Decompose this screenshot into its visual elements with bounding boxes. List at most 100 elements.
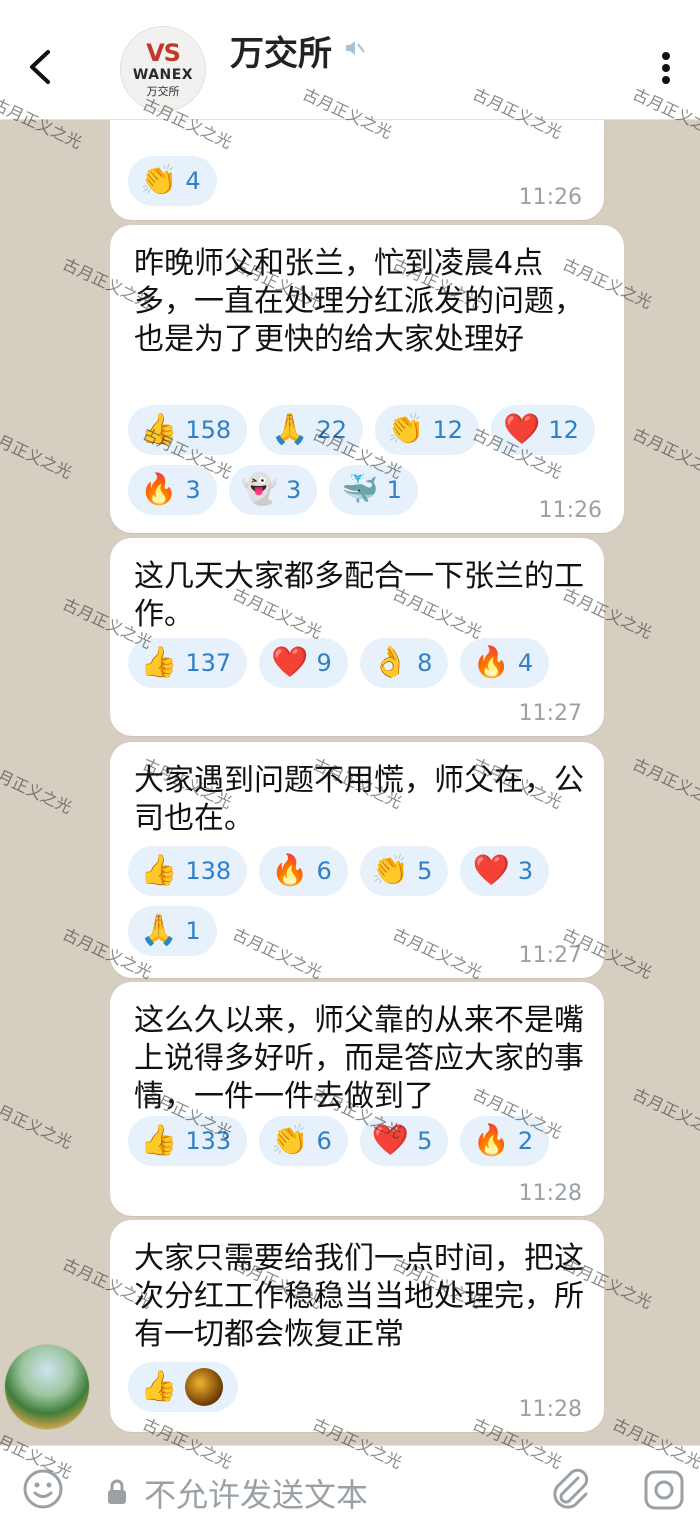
heart-icon: ❤️ <box>371 1123 410 1158</box>
thumbs-up-icon: 👍 <box>140 853 178 888</box>
message-text: 这么久以来，师父靠的从来不是嘴上说得多好听，而是答应大家的事情，一件一件去做到了 <box>134 1003 584 1114</box>
message-time: 11:27 <box>518 943 582 968</box>
reaction-chip[interactable]: 🔥 3 <box>128 465 217 515</box>
reaction-count: 5 <box>417 1127 433 1155</box>
reaction-count: 5 <box>417 857 433 885</box>
message-time: 11:28 <box>518 1397 582 1422</box>
reaction-count: 9 <box>316 649 332 677</box>
reaction-chip[interactable]: 👻 3 <box>228 465 318 515</box>
reaction-chip[interactable]: 👏 5 <box>359 846 449 896</box>
message-bubble[interactable]: 这么久以来，师父靠的从来不是嘴上说得多好听，而是答应大家的事情，一件一件去做到了… <box>110 982 604 1216</box>
reaction-chip[interactable]: ❤️ 5 <box>359 1116 449 1166</box>
reaction-count: 138 <box>185 857 232 885</box>
thumbs-up-icon: 👍 <box>140 1369 178 1404</box>
clap-icon: 👏 <box>140 163 178 198</box>
reaction-count: 4 <box>517 649 534 677</box>
reaction-chip[interactable]: 👏 12 <box>375 405 479 455</box>
chat-header: VS WANEX 万交所 万交所 <box>0 0 700 120</box>
message-time: 11:26 <box>518 185 582 210</box>
reaction-count: 3 <box>185 476 201 504</box>
message-time: 11:28 <box>518 1181 582 1206</box>
clap-icon: 👏 <box>387 412 425 447</box>
reaction-chip[interactable]: 👍 137 <box>128 638 248 688</box>
back-arrow-icon[interactable] <box>22 44 58 90</box>
reaction-chip[interactable]: 🔥 4 <box>460 638 550 688</box>
reaction-row: 👍 133 👏 6 ❤️ 5 🔥 2 <box>128 1116 608 1166</box>
sender-avatar[interactable] <box>4 1344 90 1430</box>
reaction-chip[interactable]: 👌 8 <box>359 638 449 688</box>
pray-icon: 🙏 <box>271 412 309 447</box>
reaction-count: 2 <box>517 1127 534 1155</box>
heart-icon: ❤️ <box>271 645 309 680</box>
reaction-count: 158 <box>185 416 232 444</box>
reaction-chip[interactable]: ❤️ 9 <box>259 638 348 688</box>
message-bubble[interactable]: 大家遇到问题不用慌，师父在，公司也在。 👍 138 🔥 6 👏 5 ❤️ 3 🙏 1 11… <box>110 742 604 978</box>
message-bubble[interactable]: 👏 4 11:26 <box>110 120 604 220</box>
reaction-count: 6 <box>316 857 332 885</box>
reaction-chip[interactable]: 👍 <box>128 1362 238 1412</box>
clap-icon: 👏 <box>371 853 410 888</box>
reaction-count: 12 <box>432 416 463 444</box>
chat-title[interactable]: 万交所 <box>230 26 332 75</box>
reaction-row: 👍 138 🔥 6 👏 5 ❤️ 3 🙏 1 <box>128 846 608 956</box>
reaction-row: 👍 137 ❤️ 9 👌 8 🔥 4 <box>128 638 608 688</box>
reaction-count: 1 <box>386 476 402 504</box>
reaction-chip[interactable]: 👍 133 <box>128 1116 248 1166</box>
ghost-icon: 👻 <box>240 472 278 507</box>
reaction-chip[interactable]: 🔥 6 <box>259 846 348 896</box>
message-bubble[interactable]: 这几天大家都多配合一下张兰的工作。 👍 137 ❤️ 9 👌 8 🔥 4 11:27 <box>110 538 604 736</box>
reaction-count: 3 <box>517 857 534 885</box>
message-text: 大家只需要给我们一点时间，把这次分红工作稳稳当当地处理完，所有一切都会恢复正常 <box>134 1241 584 1352</box>
reaction-chip[interactable]: 👍 158 <box>128 405 248 455</box>
reaction-count: 12 <box>548 416 579 444</box>
clap-icon: 👏 <box>271 1123 309 1158</box>
reaction-count: 1 <box>185 917 201 945</box>
composer-bar: 不允许发送文本 <box>0 1445 700 1529</box>
reaction-count: 8 <box>417 649 433 677</box>
reaction-chip[interactable]: 👍 138 <box>128 846 248 896</box>
camera-icon[interactable] <box>642 1468 686 1512</box>
reactor-avatar <box>185 1368 224 1406</box>
reaction-count: 133 <box>185 1127 232 1155</box>
reaction-chip[interactable]: ❤️ 3 <box>460 846 550 896</box>
message-list[interactable]: 👏 4 11:26 昨晚师父和张兰，忙到凌晨4点多，一直在处理分红派发的问题，也… <box>0 120 700 1445</box>
attachment-icon[interactable] <box>548 1466 592 1512</box>
muted-speaker-icon <box>346 41 365 55</box>
message-text: 这几天大家都多配合一下张兰的工作。 <box>134 559 584 632</box>
reaction-count: 22 <box>316 416 348 444</box>
more-options-icon[interactable] <box>652 48 680 88</box>
pray-icon: 🙏 <box>140 913 178 948</box>
reaction-chip[interactable]: ❤️ 12 <box>490 405 595 455</box>
message-time: 11:26 <box>538 498 602 523</box>
logo-mark: VS <box>146 39 181 67</box>
whale-icon: 🐳 <box>341 472 379 507</box>
message-time: 11:27 <box>518 701 582 726</box>
logo-text-cn: 万交所 <box>146 85 180 98</box>
reaction-chip[interactable]: 👏 6 <box>259 1116 348 1166</box>
reaction-chip[interactable]: 🙏 1 <box>128 906 217 956</box>
message-text: 昨晚师父和张兰，忙到凌晨4点多，一直在处理分红派发的问题，也是为了更快的给大家处… <box>134 246 584 357</box>
channel-avatar[interactable]: VS WANEX 万交所 <box>120 26 206 112</box>
thumbs-up-icon: 👍 <box>140 1123 178 1158</box>
thumbs-up-icon: 👍 <box>140 412 178 447</box>
heart-icon: ❤️ <box>472 853 510 888</box>
reaction-count: 4 <box>185 167 201 195</box>
logo-text-en: WANEX <box>132 67 194 83</box>
fire-icon: 🔥 <box>271 853 309 888</box>
reaction-chip[interactable]: 👏 4 <box>128 156 217 206</box>
fire-icon: 🔥 <box>140 472 178 507</box>
fire-icon: 🔥 <box>472 645 510 680</box>
message-bubble[interactable]: 昨晚师父和张兰，忙到凌晨4点多，一直在处理分红派发的问题，也是为了更快的给大家处… <box>110 225 624 533</box>
reaction-chip[interactable]: 🔥 2 <box>460 1116 550 1166</box>
reaction-count: 3 <box>286 476 302 504</box>
emoji-icon[interactable] <box>22 1468 64 1510</box>
reaction-chip[interactable]: 🙏 22 <box>259 405 364 455</box>
fire-icon: 🔥 <box>472 1123 510 1158</box>
lock-icon <box>108 1479 126 1504</box>
message-bubble[interactable]: 大家只需要给我们一点时间，把这次分红工作稳稳当当地处理完，所有一切都会恢复正常 … <box>110 1220 604 1432</box>
heart-icon: ❤️ <box>502 412 541 447</box>
reaction-chip[interactable]: 🐳 1 <box>329 465 418 515</box>
message-input-placeholder[interactable]: 不允许发送文本 <box>144 1470 368 1516</box>
message-text: 大家遇到问题不用慌，师父在，公司也在。 <box>134 763 584 836</box>
reaction-row: 👍 158 🙏 22 👏 12 ❤️ 12 🔥 3 👻 3 🐳 1 <box>128 405 608 515</box>
